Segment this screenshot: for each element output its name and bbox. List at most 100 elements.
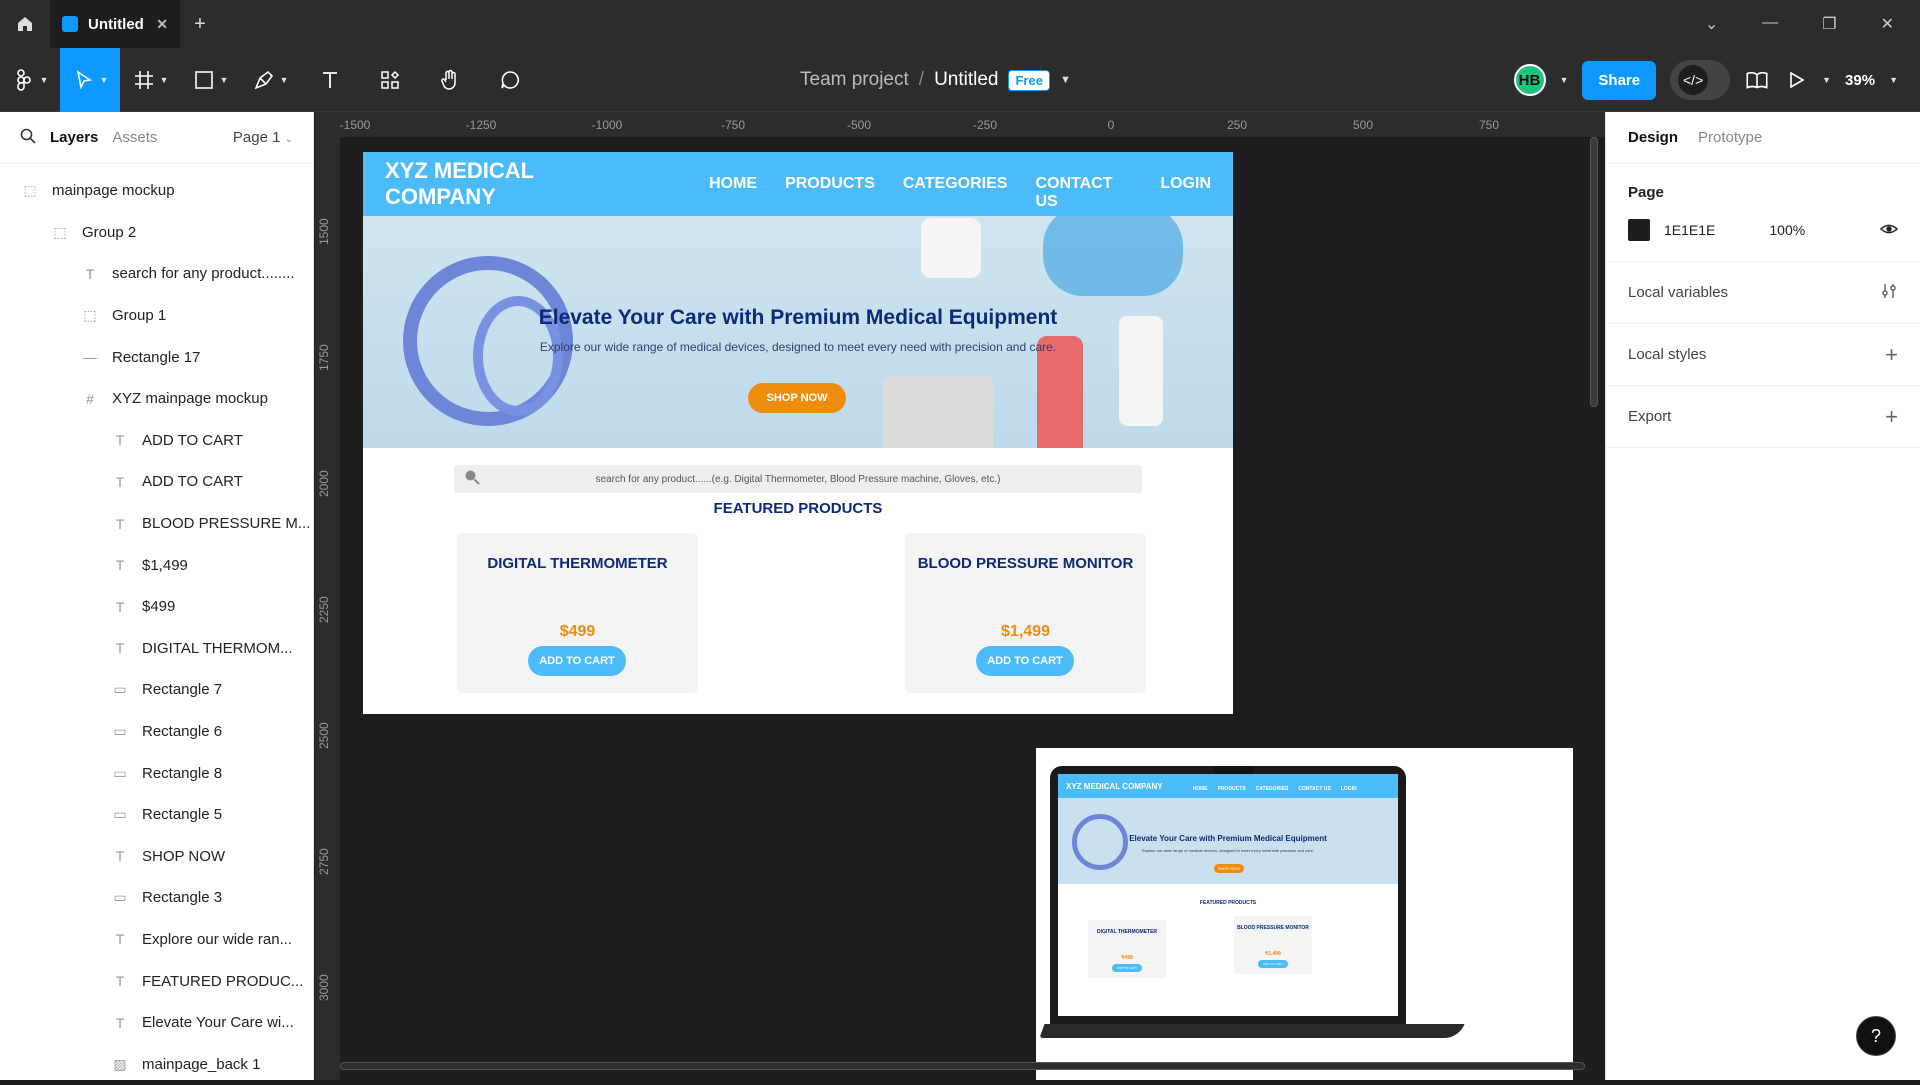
shop-now-button[interactable]: SHOP NOW <box>748 383 846 413</box>
mini-product-name: BLOOD PRESSURE MONITOR <box>1234 925 1312 931</box>
layer-row[interactable]: ⬚Group 2 <box>0 212 313 254</box>
help-button[interactable]: ? <box>1856 1016 1896 1056</box>
comment-tool[interactable] <box>480 48 540 112</box>
close-tab-icon[interactable]: ✕ <box>156 16 168 33</box>
file-tab[interactable]: Untitled ✕ <box>50 0 180 48</box>
layer-row[interactable]: TFEATURED PRODUC... <box>0 960 313 1002</box>
horizontal-scrollbar[interactable] <box>340 1062 1585 1070</box>
layer-row[interactable]: ⬚Group 1 <box>0 295 313 337</box>
layer-row[interactable]: T$499 <box>0 586 313 628</box>
canvas[interactable]: XYZ MEDICAL COMPANY HOME PRODUCTS CATEGO… <box>340 137 1605 1080</box>
laptop-screen: XYZ MEDICAL COMPANY HOME PRODUCTS CATEGO… <box>1058 774 1398 1016</box>
mockup-nav-contact[interactable]: CONTACT US <box>1035 175 1132 211</box>
color-swatch[interactable] <box>1628 219 1650 241</box>
search-icon[interactable] <box>20 128 36 148</box>
layer-row[interactable]: ▭Rectangle 8 <box>0 752 313 794</box>
layer-row[interactable]: ▭Rectangle 7 <box>0 669 313 711</box>
export-row[interactable]: Export + <box>1606 386 1920 448</box>
tab-prototype[interactable]: Prototype <box>1698 129 1762 146</box>
mockup-nav-categories[interactable]: CATEGORIES <box>903 175 1008 211</box>
mockup-search-bar[interactable]: search for any product......(e.g. Digita… <box>454 465 1142 493</box>
add-to-cart-button[interactable]: ADD TO CART <box>976 646 1074 676</box>
hero-title: Elevate Your Care with Premium Medical E… <box>363 306 1233 330</box>
page-selector[interactable]: Page 1 ⌄ <box>233 129 293 146</box>
rounded-rect-icon: ▭ <box>110 681 130 698</box>
plus-icon[interactable]: + <box>1885 404 1898 430</box>
product-card[interactable]: BLOOD PRESSURE MONITOR $1,499 ADD TO CAR… <box>905 533 1146 693</box>
layer-row[interactable]: TADD TO CART <box>0 461 313 503</box>
home-icon[interactable] <box>0 0 50 48</box>
mockup-nav-products[interactable]: PRODUCTS <box>785 175 875 211</box>
resources-tool[interactable] <box>360 48 420 112</box>
local-styles-row[interactable]: Local styles + <box>1606 324 1920 386</box>
layer-row[interactable]: TDIGITAL THERMOM... <box>0 628 313 670</box>
team-project-link[interactable]: Team project <box>800 69 909 91</box>
tab-layers[interactable]: Layers <box>50 129 98 146</box>
add-to-cart-button[interactable]: ADD TO CART <box>528 646 626 676</box>
mini-hero: Elevate Your Care with Premium Medical E… <box>1058 798 1398 884</box>
toolbar: ▼ ▼ ▼ ▼ ▼ Team project / Untitled Free ▼… <box>0 48 1920 112</box>
toolbar-right: HB ▼ Share </> ▼ 39% ▼ <box>1514 48 1920 112</box>
frame-tool[interactable]: ▼ <box>120 48 180 112</box>
plus-icon[interactable]: + <box>1885 342 1898 368</box>
library-icon[interactable] <box>1744 67 1770 93</box>
fill-opacity-input[interactable]: 100% <box>1769 222 1805 238</box>
present-icon[interactable] <box>1784 68 1808 92</box>
mockup-nav-login[interactable]: LOGIN <box>1160 175 1211 211</box>
mockup-nav-home[interactable]: HOME <box>709 175 757 211</box>
tab-design[interactable]: Design <box>1628 129 1678 146</box>
layer-row[interactable]: ▨mainpage_back 1 <box>0 1043 313 1085</box>
eye-icon[interactable] <box>1880 220 1898 241</box>
hand-icon <box>438 68 462 92</box>
ruler-tick-label: -750 <box>721 118 745 132</box>
layer-row[interactable]: TElevate Your Care wi... <box>0 1002 313 1044</box>
pen-tool[interactable]: ▼ <box>240 48 300 112</box>
figma-logo-icon <box>12 68 36 92</box>
layer-row[interactable]: ▭Rectangle 5 <box>0 794 313 836</box>
breadcrumb: Team project / Untitled Free ▼ <box>800 48 1071 112</box>
zoom-level[interactable]: 39% <box>1845 72 1875 89</box>
layer-row[interactable]: ▭Rectangle 3 <box>0 877 313 919</box>
ruler-tick-label: 250 <box>1227 118 1247 132</box>
main-menu-button[interactable]: ▼ <box>0 48 60 112</box>
layer-row[interactable]: TADD TO CART <box>0 420 313 462</box>
dev-mode-toggle[interactable]: </> <box>1670 60 1730 100</box>
layer-row[interactable]: —Rectangle 17 <box>0 336 313 378</box>
tab-assets[interactable]: Assets <box>112 129 157 146</box>
minimize-icon[interactable]: — <box>1762 14 1778 34</box>
restore-icon[interactable]: ❐ <box>1822 14 1836 34</box>
new-tab-button[interactable]: + <box>180 13 220 36</box>
layer-row[interactable]: ▭Rectangle 6 <box>0 711 313 753</box>
product-name: BLOOD PRESSURE MONITOR <box>905 555 1146 572</box>
file-name[interactable]: Untitled <box>934 69 998 91</box>
layer-row[interactable]: #XYZ mainpage mockup <box>0 378 313 420</box>
chevron-down-icon[interactable]: ⌄ <box>1705 14 1718 34</box>
share-button[interactable]: Share <box>1582 61 1656 100</box>
chevron-down-icon[interactable]: ▼ <box>1560 75 1569 85</box>
laptop-mockup-frame[interactable]: XYZ MEDICAL COMPANY HOME PRODUCTS CATEGO… <box>1036 748 1573 1080</box>
chevron-down-icon[interactable]: ▼ <box>1889 75 1898 85</box>
product-card[interactable]: DIGITAL THERMOMETER $499 ADD TO CART <box>457 533 698 693</box>
layer-row[interactable]: TExplore our wide ran... <box>0 919 313 961</box>
layer-row[interactable]: TBLOOD PRESSURE M... <box>0 503 313 545</box>
layer-row[interactable]: T$1,499 <box>0 544 313 586</box>
avatar[interactable]: HB <box>1514 64 1546 96</box>
close-window-icon[interactable]: ✕ <box>1881 14 1894 34</box>
layer-row[interactable]: TSHOP NOW <box>0 836 313 878</box>
line-icon: — <box>80 349 100 365</box>
chevron-down-icon[interactable]: ▼ <box>1822 75 1831 85</box>
layer-row[interactable]: ⬚mainpage mockup <box>0 170 313 212</box>
move-tool[interactable]: ▼ <box>60 48 120 112</box>
ruler-tick-label: 2250 <box>317 596 331 623</box>
glove-image <box>1043 216 1183 296</box>
chevron-down-icon[interactable]: ▼ <box>1060 74 1071 86</box>
mockup-frame[interactable]: XYZ MEDICAL COMPANY HOME PRODUCTS CATEGO… <box>363 152 1233 714</box>
fill-hex-input[interactable]: 1E1E1E <box>1664 222 1715 238</box>
text-tool[interactable] <box>300 48 360 112</box>
local-variables-row[interactable]: Local variables <box>1606 262 1920 324</box>
sliders-icon[interactable] <box>1880 280 1898 306</box>
shape-tool[interactable]: ▼ <box>180 48 240 112</box>
layer-row[interactable]: Tsearch for any product........ <box>0 253 313 295</box>
hand-tool[interactable] <box>420 48 480 112</box>
vertical-scrollbar[interactable] <box>1590 137 1598 407</box>
